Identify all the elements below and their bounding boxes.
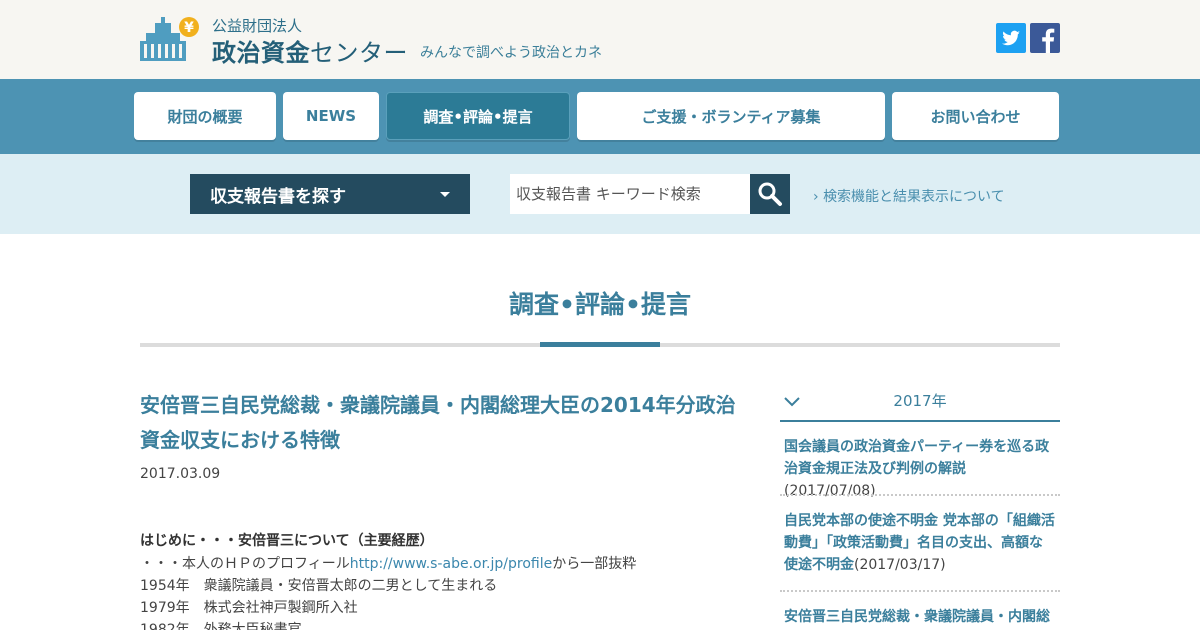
sidebar-article-link[interactable]: 国会議員の政治資金パーティー券を巡る政治資金規正法及び判例の解説 (2017/0… (780, 436, 1060, 502)
article-title: 安倍晋三自民党総裁・衆議院議員・内閣総理大臣の2014年分政治資金収支における特… (140, 393, 736, 452)
search-help-label: 検索機能と結果表示について (823, 189, 1005, 205)
facebook-icon[interactable] (1030, 23, 1060, 53)
article-line: 1979年 株式会社神戸製鋼所入社 (140, 600, 358, 616)
caret-down-icon (440, 192, 450, 197)
report-search-select-label: 収支報告書を探す (210, 186, 346, 207)
article-line: 1982年 外務大臣秘書官 (140, 622, 302, 630)
article-date: 2017.03.09 (140, 466, 221, 482)
nav-item-news[interactable]: NEWS (283, 92, 379, 140)
diet-building-yen-icon[interactable]: ¥ (140, 17, 202, 63)
profile-link[interactable]: http://www.s-abe.or.jp/profile (350, 556, 552, 572)
search-icon (758, 182, 782, 206)
sidebar-article-date: (2017/03/17) (854, 557, 946, 573)
chevron-right-icon: › (813, 189, 819, 205)
svg-text:¥: ¥ (184, 20, 194, 36)
main-nav: 財団の概要 NEWS 調査•評論•提言 ご支援・ボランティア募集 お問い合わせ (0, 79, 1200, 154)
site-tagline: みんなで調べよう政治とカネ (420, 45, 602, 61)
keyword-search-input[interactable] (510, 174, 750, 214)
sidebar-article-link[interactable]: 自民党本部の使途不明金 党本部の「組織活動費」「政策活動費」名目の支出、高額な使… (780, 510, 1060, 576)
search-button[interactable] (750, 174, 790, 214)
sidebar-article-link[interactable]: 安倍晋三自民党総裁・衆議院議員・内閣総 (780, 606, 1060, 628)
title-divider-accent (540, 342, 660, 347)
nav-item-about[interactable]: 財団の概要 (134, 92, 276, 140)
nav-item-research[interactable]: 調査•評論•提言 (386, 92, 570, 140)
sidebar-divider (780, 590, 1060, 592)
article-intro: ・・・本人のＨＰのプロフィールhttp://www.s-abe.or.jp/pr… (140, 553, 636, 573)
article-line: 1954年 衆議院議員・安倍晋太郎の二男として生まれる (140, 578, 498, 594)
sidebar-article-title: 国会議員の政治資金パーティー券を巡る政治資金規正法及び判例の解説 (784, 439, 1050, 477)
nav-item-support[interactable]: ご支援・ボランティア募集 (577, 92, 885, 140)
page-title: 調査•評論•提言 (509, 290, 691, 319)
nav-item-contact[interactable]: お問い合わせ (892, 92, 1059, 140)
sidebar-year: 2017年 (893, 392, 947, 410)
search-help-link[interactable]: › 検索機能と結果表示について (813, 186, 1005, 206)
site-title-sub: センター (310, 39, 408, 67)
sidebar-article-date: (2017/07/08) (784, 483, 876, 499)
site-title-main: 政治資金 (212, 39, 310, 67)
sidebar-article-title: 安倍晋三自民党総裁・衆議院議員・内閣総 (784, 609, 1050, 625)
twitter-icon[interactable] (996, 23, 1026, 53)
report-search-select[interactable]: 収支報告書を探す (190, 174, 470, 214)
site-header: ¥ 公益財団法人 政治資金センター みんなで調べよう政治とカネ (0, 0, 1200, 79)
sidebar-divider (780, 494, 1060, 496)
search-bar: 収支報告書を探す › 検索機能と結果表示について (0, 154, 1200, 234)
article-intro-prefix: ・・・本人のＨＰのプロフィール (140, 556, 350, 572)
sidebar-year-toggle[interactable]: 2017年 (780, 384, 1060, 422)
site-title[interactable]: 政治資金センター (212, 33, 408, 68)
article-intro-suffix: から一部抜粋 (552, 556, 637, 572)
article-heading: はじめに・・・安倍晋三について（主要経歴） (140, 533, 434, 549)
